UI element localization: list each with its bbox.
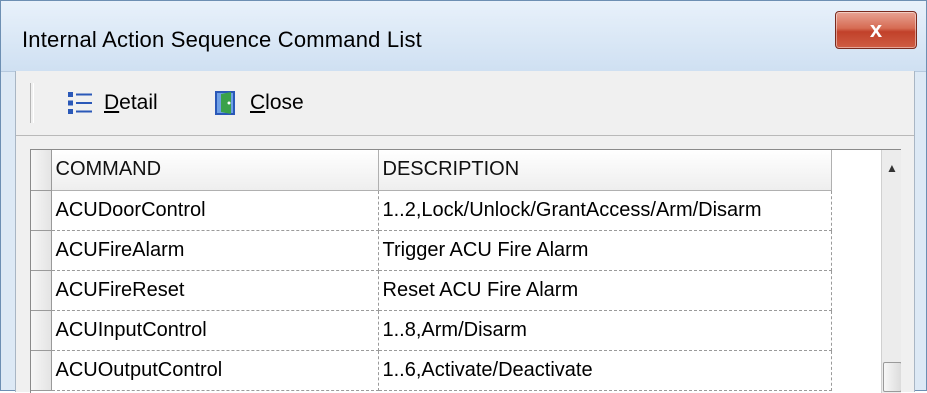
table-row[interactable]: ACUFireReset Reset ACU Fire Alarm xyxy=(31,270,832,311)
command-cell[interactable]: ACUInputControl xyxy=(51,310,379,351)
row-indicator-header xyxy=(31,150,52,191)
table-row[interactable]: ACUDoorControl 1..2,Lock/Unlock/GrantAcc… xyxy=(31,190,832,231)
toolbar: Detail Close xyxy=(16,71,914,136)
window-title: Internal Action Sequence Command List xyxy=(22,27,422,52)
command-cell[interactable]: ACUDoorControl xyxy=(51,190,379,231)
row-indicator[interactable] xyxy=(31,190,52,231)
table-row[interactable]: ACUInputControl 1..8,Arm/Disarm xyxy=(31,310,832,351)
scroll-thumb[interactable] xyxy=(883,362,901,392)
header-row: COMMAND DESCRIPTION xyxy=(31,150,832,191)
column-header-command[interactable]: COMMAND xyxy=(51,150,379,191)
row-indicator[interactable] xyxy=(31,350,52,391)
command-cell[interactable]: ACUFireReset xyxy=(51,270,379,311)
table-row[interactable]: ACUFireAlarm Trigger ACU Fire Alarm xyxy=(31,230,832,271)
list-icon xyxy=(66,89,94,117)
client-area: Detail Close COMMAND DESCRIPTION ACUDoor… xyxy=(15,71,915,393)
description-cell[interactable]: Trigger ACU Fire Alarm xyxy=(378,230,832,271)
command-grid: COMMAND DESCRIPTION ACUDoorControl 1..2,… xyxy=(30,149,901,393)
description-cell[interactable]: 1..6,Activate/Deactivate xyxy=(378,350,832,391)
toolbar-grip[interactable] xyxy=(30,83,34,123)
close-icon: x xyxy=(869,17,883,42)
description-cell[interactable]: Reset ACU Fire Alarm xyxy=(378,270,832,311)
command-table: COMMAND DESCRIPTION ACUDoorControl 1..2,… xyxy=(31,150,832,391)
column-header-description[interactable]: DESCRIPTION xyxy=(378,150,832,191)
table-row[interactable]: ACUOutputControl 1..6,Activate/Deactivat… xyxy=(31,350,832,391)
close-button-label: Close xyxy=(250,91,304,114)
window-close-button[interactable]: x xyxy=(835,11,917,49)
row-indicator[interactable] xyxy=(31,230,52,271)
detail-button-label: Detail xyxy=(104,91,158,114)
triangle-up-icon: ▲ xyxy=(886,161,898,175)
command-list-window: Internal Action Sequence Command List x xyxy=(0,0,927,393)
description-cell[interactable]: 1..8,Arm/Disarm xyxy=(378,310,832,351)
close-button[interactable]: Close xyxy=(212,83,304,123)
command-cell[interactable]: ACUOutputControl xyxy=(51,350,379,391)
detail-button[interactable]: Detail xyxy=(66,83,158,123)
row-indicator[interactable] xyxy=(31,310,52,351)
vertical-scrollbar[interactable]: ▲ xyxy=(881,150,901,393)
title-bar[interactable]: Internal Action Sequence Command List x xyxy=(1,1,926,72)
command-cell[interactable]: ACUFireAlarm xyxy=(51,230,379,271)
door-exit-icon xyxy=(212,89,240,117)
row-indicator[interactable] xyxy=(31,270,52,311)
description-cell[interactable]: 1..2,Lock/Unlock/GrantAccess/Arm/Disarm xyxy=(378,190,832,231)
scroll-up-button[interactable]: ▲ xyxy=(882,150,901,186)
